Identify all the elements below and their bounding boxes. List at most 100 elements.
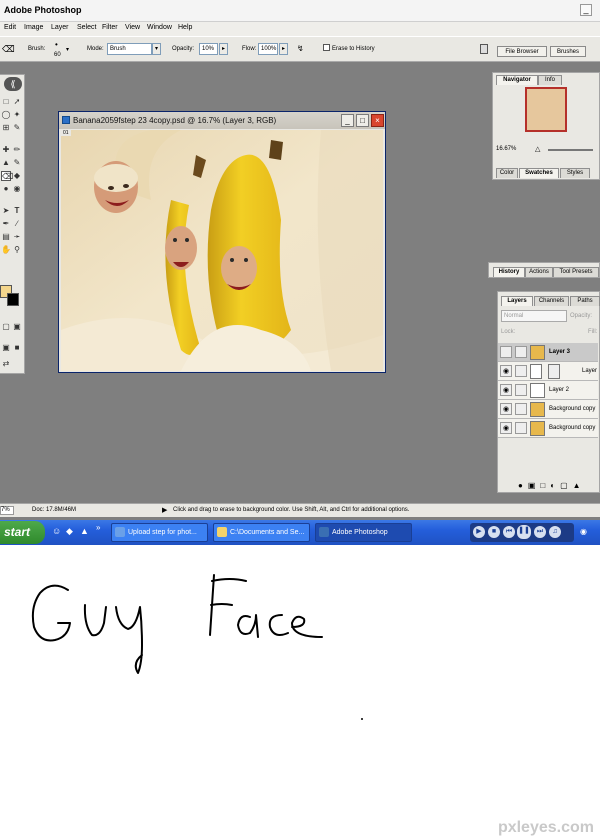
- marquee-tool-icon[interactable]: □: [1, 97, 11, 107]
- tab-navigator[interactable]: Navigator: [496, 75, 538, 85]
- pen-tool-icon[interactable]: ✒: [1, 219, 11, 229]
- trash-icon[interactable]: ▲: [573, 481, 586, 490]
- media-icon[interactable]: ▲: [80, 526, 89, 536]
- pause-icon[interactable]: ❚❚: [517, 525, 531, 539]
- status-arrow-icon[interactable]: ▶: [162, 506, 167, 514]
- eye-icon[interactable]: ◉: [500, 365, 512, 377]
- jump-to-imageready-icon[interactable]: ⇄: [1, 359, 11, 369]
- tray-icon[interactable]: ◉: [580, 527, 587, 536]
- link-layers-icon[interactable]: ●: [518, 481, 528, 490]
- file-browser-tab[interactable]: File Browser: [497, 46, 547, 57]
- ie-icon[interactable]: ☺: [52, 526, 61, 536]
- tab-tool-presets[interactable]: Tool Presets: [553, 267, 599, 277]
- blend-mode-select[interactable]: Normal: [501, 310, 567, 322]
- zoom-slider[interactable]: [548, 149, 593, 151]
- dodge-tool-icon[interactable]: ◉: [12, 184, 22, 194]
- new-layer-icon[interactable]: ▢: [560, 481, 573, 490]
- mode-select[interactable]: Brush: [107, 43, 152, 55]
- lasso-tool-icon[interactable]: ◯: [1, 110, 11, 120]
- doc-minimize-button[interactable]: _: [341, 114, 354, 127]
- notes-tool-icon[interactable]: ▤: [1, 232, 11, 242]
- hand-tool-icon[interactable]: ✋: [1, 245, 11, 255]
- airbrush-icon[interactable]: ↯: [297, 44, 304, 53]
- previous-icon[interactable]: ⏮: [503, 526, 515, 538]
- menu-select[interactable]: Select: [77, 24, 96, 31]
- quick-mask-icon[interactable]: ▣: [12, 322, 22, 332]
- outlook-icon[interactable]: ◆: [66, 526, 73, 537]
- menu-window[interactable]: Window: [147, 24, 172, 31]
- eye-icon[interactable]: [500, 346, 512, 358]
- magic-wand-tool-icon[interactable]: ✦: [12, 110, 22, 120]
- mode-dropdown-icon[interactable]: ▾: [152, 43, 161, 55]
- doc-close-button[interactable]: ×: [371, 114, 384, 127]
- stop-icon[interactable]: ■: [488, 526, 500, 538]
- crop-tool-icon[interactable]: ⊞: [1, 123, 11, 133]
- eye-icon[interactable]: ◉: [500, 403, 512, 415]
- move-tool-icon[interactable]: ➚: [12, 97, 22, 107]
- path-selection-icon[interactable]: ➤: [1, 206, 11, 216]
- layer-row[interactable]: ◉ Background copy: [498, 419, 598, 438]
- standard-mode-icon[interactable]: ▢: [1, 322, 11, 332]
- paint-bucket-icon[interactable]: ◆: [12, 171, 22, 181]
- tab-swatches[interactable]: Swatches: [519, 168, 559, 178]
- tab-channels[interactable]: Channels: [534, 296, 569, 306]
- zoom-out-icon[interactable]: △: [535, 145, 540, 153]
- tab-actions[interactable]: Actions: [525, 267, 553, 277]
- volume-icon[interactable]: ♫: [549, 526, 561, 538]
- doc-maximize-button[interactable]: □: [356, 114, 369, 127]
- brush-picker-arrow-icon[interactable]: ▾: [66, 46, 69, 53]
- menu-layer[interactable]: Layer: [51, 24, 69, 31]
- menu-edit[interactable]: Edit: [4, 24, 16, 31]
- erase-history-checkbox[interactable]: [323, 44, 330, 51]
- minimize-button[interactable]: _: [580, 4, 592, 16]
- tab-info[interactable]: Info: [538, 75, 562, 85]
- screen-mode-full-icon[interactable]: ■: [12, 343, 22, 353]
- history-brush-icon[interactable]: ✎: [12, 158, 22, 168]
- palette-well-icon[interactable]: [480, 44, 488, 54]
- healing-brush-icon[interactable]: ✚: [1, 145, 11, 155]
- opacity-arrow-icon[interactable]: ▸: [219, 43, 228, 55]
- blur-tool-icon[interactable]: ●: [1, 184, 11, 194]
- adjustment-layer-icon[interactable]: ◐: [550, 481, 560, 490]
- more-icon[interactable]: »: [96, 523, 100, 532]
- link-icon[interactable]: [515, 365, 527, 377]
- menu-filter[interactable]: Filter: [102, 24, 118, 31]
- eyedropper-tool-icon[interactable]: ➛: [12, 232, 22, 242]
- navigator-thumbnail[interactable]: [525, 87, 567, 132]
- screen-mode-standard-icon[interactable]: ▣: [1, 343, 11, 353]
- eye-icon[interactable]: ◉: [500, 384, 512, 396]
- adobe-online-icon[interactable]: ⟪: [4, 77, 22, 91]
- opacity-field[interactable]: 10%: [199, 43, 218, 55]
- status-zoom[interactable]: 7%: [0, 506, 14, 515]
- brush-dot-icon[interactable]: •: [55, 40, 58, 49]
- tab-history[interactable]: History: [493, 267, 525, 277]
- tab-styles[interactable]: Styles: [560, 168, 590, 178]
- task-explorer[interactable]: C:\Documents and Se...: [213, 523, 310, 542]
- task-upload[interactable]: Upload step for phot...: [111, 523, 208, 542]
- eye-icon[interactable]: ◉: [500, 422, 512, 434]
- menu-help[interactable]: Help: [178, 24, 192, 31]
- clone-stamp-icon[interactable]: ▲: [1, 158, 11, 168]
- tab-color[interactable]: Color: [496, 168, 518, 178]
- document-window[interactable]: Banana2059fstep 23 4copy.psd @ 16.7% (La…: [58, 111, 386, 373]
- type-tool-icon[interactable]: T: [12, 206, 22, 216]
- layer-row[interactable]: Layer 3: [498, 343, 598, 362]
- start-button[interactable]: start: [0, 521, 45, 544]
- task-photoshop[interactable]: Adobe Photoshop: [315, 523, 412, 542]
- brush-tool-icon[interactable]: ✏: [12, 145, 22, 155]
- layer-row[interactable]: ◉ Layer: [498, 362, 598, 381]
- layer-row[interactable]: ◉ Layer 2: [498, 381, 598, 400]
- zoom-tool-icon[interactable]: ⚲: [12, 245, 22, 255]
- eraser-tool-icon[interactable]: ⌫: [1, 171, 13, 181]
- tab-paths[interactable]: Paths: [570, 296, 600, 306]
- link-icon[interactable]: [515, 384, 527, 396]
- add-mask-icon[interactable]: ▣: [528, 481, 541, 490]
- slice-tool-icon[interactable]: ✎: [12, 123, 22, 133]
- tab-layers[interactable]: Layers: [501, 296, 533, 306]
- menu-view[interactable]: View: [125, 24, 140, 31]
- navigator-zoom[interactable]: 16.67%: [496, 146, 516, 152]
- line-tool-icon[interactable]: ∕: [12, 219, 22, 229]
- layer-set-icon[interactable]: □: [540, 481, 550, 490]
- link-icon[interactable]: [515, 403, 527, 415]
- menu-image[interactable]: Image: [24, 24, 43, 31]
